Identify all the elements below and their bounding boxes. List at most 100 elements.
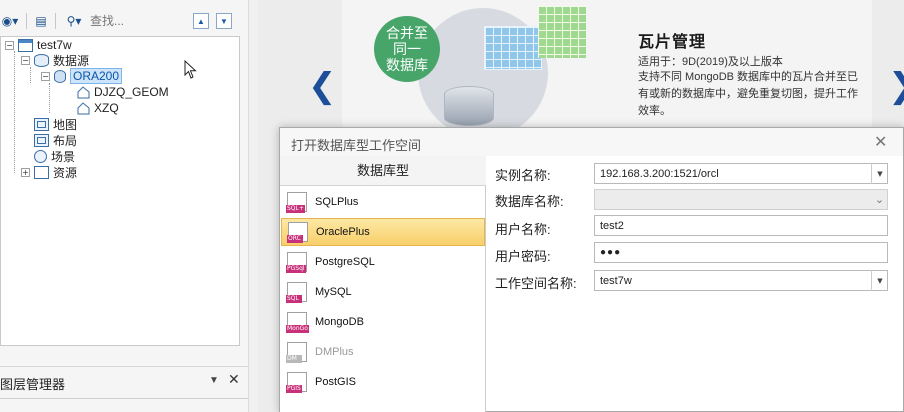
db-type-label: MySQL	[315, 286, 352, 298]
collapse-icon[interactable]: −	[21, 55, 30, 65]
workspace-manager-panel: ◉▾ ▤ ⚲▾ ▲ ▼ − test7w − 数据源 − ORA200	[0, 0, 248, 412]
tree-node-resources[interactable]: + 资源	[21, 164, 77, 180]
feature-title: 瓦片管理	[638, 34, 707, 51]
instance-label: 实例名称:	[495, 168, 551, 183]
workspace-icon	[18, 38, 33, 52]
connection-form: 实例名称: ▼ 数据库名称: ⌄ 用户名称: 用户密码: 工作空间名称: ▼	[487, 156, 903, 412]
bubble-text: 数据库	[386, 57, 428, 73]
chevron-down-icon[interactable]: ▼	[871, 163, 888, 184]
tree-node-ora200[interactable]: − ORA200	[41, 68, 123, 84]
dialog-titlebar: 打开数据库型工作空间 ✕	[280, 128, 903, 156]
datasource-group-icon	[34, 53, 49, 67]
chevron-down-icon[interactable]: ▼	[871, 270, 888, 291]
tree-node-datasources[interactable]: − 数据源	[21, 52, 89, 68]
map-icon	[34, 117, 49, 131]
feature-applies: 适用于：9D(2019)及以上版本	[638, 56, 783, 68]
tree-node-layouts[interactable]: 布局	[34, 132, 77, 148]
workspace-toolbar: ◉▾ ▤ ⚲▾ ▲ ▼	[0, 8, 240, 34]
chevron-down-icon: ⌄	[874, 193, 885, 206]
open-workspace-icon[interactable]: ◉▾	[0, 11, 20, 31]
password-label: 用户密码:	[495, 249, 551, 264]
user-label: 用户名称:	[495, 222, 551, 237]
instance-field[interactable]	[594, 163, 888, 184]
tree-node-label: 场景	[51, 149, 76, 164]
postgis-icon	[286, 372, 307, 393]
tree-connector	[30, 67, 31, 83]
open-db-workspace-dialog: 打开数据库型工作空间 ✕ 数据库型 SQLPlus OraclePlus Pos…	[279, 127, 904, 412]
toolbar-separator	[26, 13, 27, 29]
tree-node-label: XZQ	[94, 101, 119, 115]
tree-node-label: 地图	[53, 117, 78, 132]
dbname-label: 数据库名称:	[495, 194, 564, 209]
db-type-mongodb[interactable]: MongoDB	[281, 308, 485, 336]
workspace-tree: − test7w − 数据源 − ORA200 DJZQ_GEOM XZQ 地图	[0, 36, 240, 346]
toolbar-separator	[55, 13, 56, 29]
tree-node-scenes[interactable]: 场景	[34, 148, 75, 164]
tile-illustration	[538, 6, 586, 58]
db-type-postgis[interactable]: PostGIS	[281, 368, 485, 396]
db-type-label: MongoDB	[315, 316, 364, 328]
mongodb-icon	[286, 312, 309, 333]
mysql-icon	[286, 282, 307, 303]
close-icon[interactable]: ✕	[874, 132, 887, 151]
postgresql-icon	[286, 252, 307, 273]
dbname-field	[594, 189, 888, 210]
oracleplus-icon	[287, 222, 308, 243]
tree-connector	[49, 83, 50, 113]
db-type-label: SQLPlus	[315, 196, 359, 208]
db-type-mysql[interactable]: MySQL	[281, 278, 485, 306]
workspace-name-label: 工作空间名称:	[495, 276, 577, 291]
tree-node-label: test7w	[37, 38, 72, 52]
layer-manager-toolbar	[0, 398, 248, 412]
bubble-text: 同一	[393, 41, 421, 57]
tree-node-label: ORA200	[70, 68, 123, 84]
password-field[interactable]	[594, 242, 888, 263]
dialog-title: 打开数据库型工作空间	[291, 138, 422, 153]
layer-manager-header: 图层管理器 ▼ ✕	[0, 366, 248, 396]
tree-node-dataset[interactable]: XZQ	[77, 100, 119, 116]
tree-node-dataset[interactable]: DJZQ_GEOM	[77, 84, 169, 100]
panel-splitter[interactable]	[248, 0, 258, 412]
search-down-icon[interactable]: ▼	[216, 13, 232, 29]
db-type-label: OraclePlus	[316, 226, 370, 238]
db-type-dmplus[interactable]: DMPlus	[281, 338, 485, 366]
workspace-name-field[interactable]	[594, 270, 888, 291]
search-up-icon[interactable]: ▲	[193, 13, 209, 29]
db-type-postgresql[interactable]: PostgreSQL	[281, 248, 485, 276]
db-type-label: DMPlus	[315, 346, 354, 358]
tree-node-label: 数据源	[53, 53, 90, 68]
banner-prev-icon[interactable]: ❮	[308, 66, 337, 106]
tree-node-maps[interactable]: 地图	[34, 116, 77, 132]
close-icon[interactable]: ✕	[228, 371, 240, 388]
search-input[interactable]	[86, 12, 186, 30]
db-type-sqlplus[interactable]: SQLPlus	[281, 188, 485, 216]
dmplus-icon	[286, 342, 307, 363]
region-dataset-icon	[77, 85, 90, 98]
tree-node-label: 资源	[53, 165, 78, 180]
properties-icon[interactable]: ▤	[33, 11, 49, 31]
scene-icon	[34, 149, 47, 163]
search-icon[interactable]: ⚲▾	[62, 11, 86, 31]
expand-icon[interactable]: +	[21, 167, 30, 177]
db-type-oracleplus[interactable]: OraclePlus	[281, 218, 485, 246]
collapse-icon[interactable]: −	[41, 71, 50, 81]
tree-connector	[14, 51, 15, 173]
user-field[interactable]	[594, 215, 888, 236]
pin-icon[interactable]: ▼	[209, 375, 219, 386]
tree-node-label: DJZQ_GEOM	[94, 85, 169, 99]
collapse-icon[interactable]: −	[5, 40, 14, 50]
layer-manager-title: 图层管理器	[0, 377, 66, 392]
db-type-list-header: 数据库型	[280, 156, 486, 186]
mouse-cursor-icon	[184, 60, 197, 79]
layout-icon	[34, 133, 49, 147]
database-illustration	[444, 86, 494, 126]
sqlplus-icon	[286, 192, 307, 213]
db-type-label: PostgreSQL	[315, 256, 375, 268]
bubble-text: 合并至	[386, 25, 428, 41]
db-type-label: PostGIS	[315, 376, 356, 388]
database-icon	[54, 69, 66, 83]
feature-description: 支持不同 MongoDB 数据库中的瓦片合并至已有或新的数据库中，避免重复切图，…	[638, 71, 859, 117]
tile-illustration	[484, 26, 542, 70]
db-type-list: 数据库型 SQLPlus OraclePlus PostgreSQL MySQL…	[280, 156, 486, 412]
banner-next-icon[interactable]: ❯	[888, 66, 904, 106]
